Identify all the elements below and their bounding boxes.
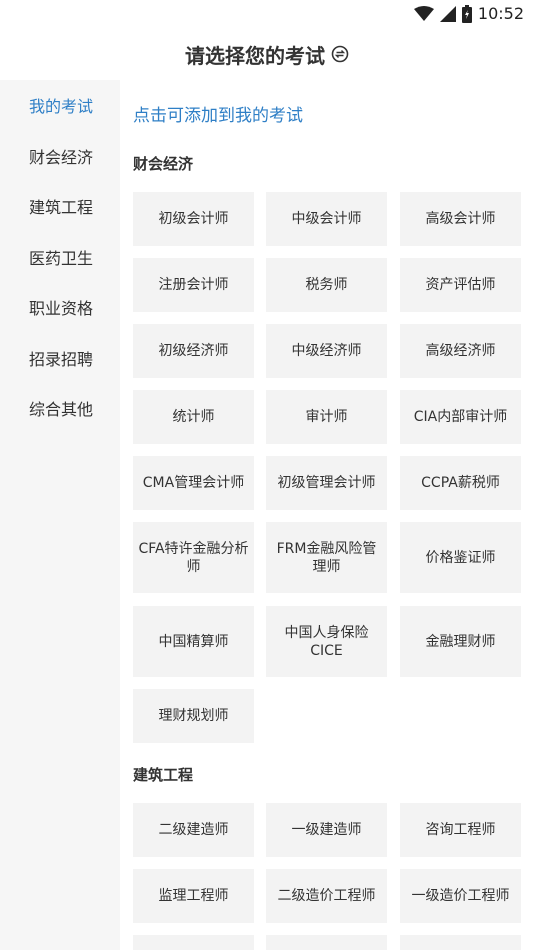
sidebar-item-recruitment[interactable]: 招录招聘 [0,333,120,383]
exam-tile[interactable]: 金融理财师 [400,606,521,677]
sidebar-item-medicine[interactable]: 医药卫生 [0,232,120,282]
exam-tile[interactable]: 价格鉴证师 [400,522,521,593]
status-bar: 10:52 [0,0,534,28]
exam-tile[interactable]: 注册会计师 [133,258,254,312]
battery-icon [461,5,472,23]
section-title: 建筑工程 [133,766,194,784]
sidebar-item-finance[interactable]: 财会经济 [0,131,120,181]
signal-icon [439,6,456,22]
exam-tile[interactable]: 税务师 [266,258,387,312]
exam-tile[interactable]: CIA内部审计师 [400,390,521,444]
exam-tile-partial[interactable] [400,935,521,950]
exam-tile[interactable]: 高级会计师 [400,192,521,246]
exam-tile[interactable]: CCPA薪税师 [400,456,521,510]
exam-tile[interactable]: 中级会计师 [266,192,387,246]
exam-tile[interactable]: 审计师 [266,390,387,444]
exam-tile[interactable]: FRM金融风险管理师 [266,522,387,593]
sidebar-item-my-exams[interactable]: 我的考试 [0,80,120,130]
exam-tile[interactable]: CMA管理会计师 [133,456,254,510]
exam-tile[interactable]: 高级经济师 [400,324,521,378]
exam-tile[interactable]: 中国精算师 [133,606,254,677]
title-bar: 请选择您的考试 [0,28,534,80]
exam-tile-partial[interactable] [133,935,254,950]
exam-tile[interactable]: 中国人身保险CICE [266,606,387,677]
wifi-icon [413,6,434,21]
page-title: 请选择您的考试 [185,43,325,68]
exam-tile[interactable]: 理财规划师 [133,689,254,743]
exam-tile[interactable]: 咨询工程师 [400,803,521,857]
section-title: 财会经济 [133,155,194,173]
sidebar-item-other[interactable]: 综合其他 [0,383,120,433]
exam-tile[interactable]: 二级建造师 [133,803,254,857]
status-icons: 10:52 [413,4,524,24]
status-time: 10:52 [477,4,524,23]
exam-tile[interactable]: 统计师 [133,390,254,444]
exam-tile[interactable]: 资产评估师 [400,258,521,312]
exam-list[interactable]: 点击可添加到我的考试 财会经济 初级会计师 中级会计师 高级会计师 注册会计师 … [120,80,534,950]
sidebar: 我的考试 财会经济 建筑工程 医药卫生 职业资格 招录招聘 综合其他 [0,80,120,950]
exam-tile[interactable]: 一级建造师 [266,803,387,857]
exam-tile[interactable]: 二级造价工程师 [266,869,387,923]
exam-tile[interactable]: CFA特许金融分析师 [133,522,254,593]
swap-circle-icon[interactable] [331,45,349,63]
add-hint: 点击可添加到我的考试 [133,106,303,126]
exam-tile[interactable]: 初级管理会计师 [266,456,387,510]
exam-tile[interactable]: 初级会计师 [133,192,254,246]
sidebar-item-construction[interactable]: 建筑工程 [0,181,120,231]
exam-tile[interactable]: 初级经济师 [133,324,254,378]
exam-tile[interactable]: 中级经济师 [266,324,387,378]
exam-tile[interactable]: 监理工程师 [133,869,254,923]
exam-tile[interactable]: 一级造价工程师 [400,869,521,923]
sidebar-item-qualification[interactable]: 职业资格 [0,282,120,332]
exam-tile-partial[interactable] [266,935,387,950]
